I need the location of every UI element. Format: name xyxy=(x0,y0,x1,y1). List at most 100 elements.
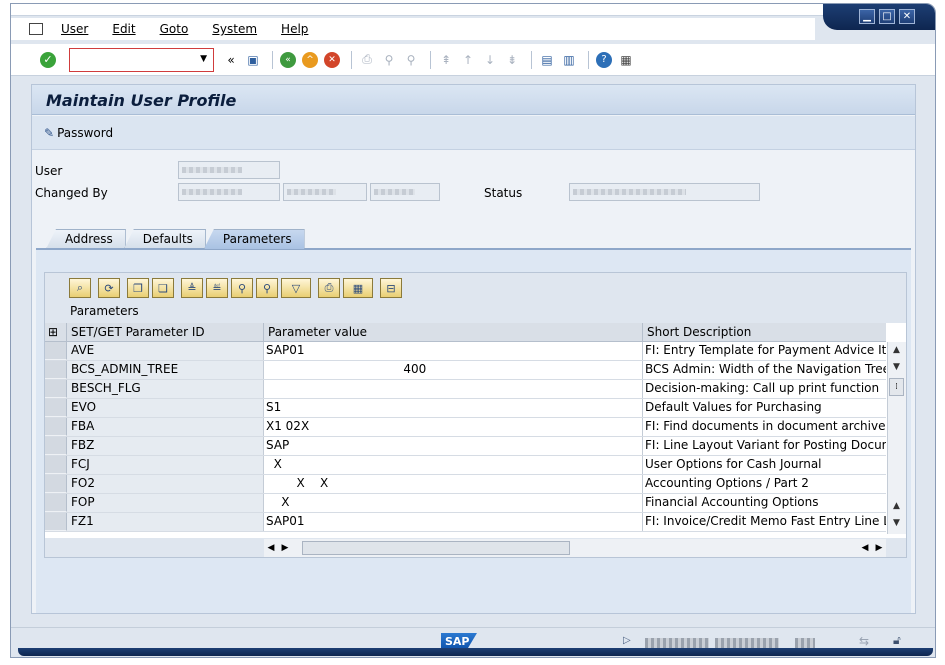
column-header-short-description[interactable]: Short Description xyxy=(643,323,886,341)
menu-system[interactable]: System xyxy=(212,22,257,36)
table-row: FZ1 SAP01 FI: Invoice/Credit Memo Fast E… xyxy=(45,513,886,532)
tab-parameters[interactable]: Parameters xyxy=(203,229,305,249)
help-icon[interactable]: ? xyxy=(595,51,613,69)
table-row: FO2 X X Accounting Options / Part 2 xyxy=(45,475,886,494)
minimize-icon[interactable]: ▁ xyxy=(859,9,875,24)
chevron-down-icon[interactable]: ▼ xyxy=(200,54,207,64)
grid-toolbar: ⌕ ⟳ ❐ ❏ ≜ ≝ ⚲ ⚲ ▽ ⎙ ▦ ⊟ xyxy=(69,278,405,298)
find-next-icon[interactable]: ⚲ xyxy=(402,51,420,69)
layout-menu-icon[interactable]: ▦ xyxy=(617,51,635,69)
parameter-id-cell: FBA xyxy=(67,418,264,436)
print-icon[interactable]: ⎙ xyxy=(358,51,376,69)
toolbar-separator xyxy=(531,50,532,69)
row-selector[interactable] xyxy=(45,418,67,436)
row-selector[interactable] xyxy=(45,456,67,474)
filter-icon[interactable]: ▽ xyxy=(281,278,311,298)
scroll-up-icon[interactable]: ▲ xyxy=(888,342,905,359)
details-icon[interactable]: ⌕ xyxy=(69,278,91,298)
parameter-id-cell: FZ1 xyxy=(67,513,264,531)
enter-check-icon[interactable]: ✓ xyxy=(39,51,57,69)
scroll-right-icon[interactable]: ▶ xyxy=(278,543,292,553)
scroll-right-end-icon[interactable]: ▶ xyxy=(872,543,886,553)
horizontal-scroll-thumb[interactable] xyxy=(302,541,570,555)
page-up-icon[interactable]: ▲ xyxy=(888,498,905,515)
row-selector[interactable] xyxy=(45,513,67,531)
first-page-icon[interactable]: ⇞ xyxy=(437,51,455,69)
paste-row-icon[interactable]: ❏ xyxy=(152,278,174,298)
parameter-value-cell[interactable]: SAP01 xyxy=(264,513,643,531)
overwrite-mode-icon[interactable]: ⇆ xyxy=(859,634,869,648)
last-page-icon[interactable]: ⇟ xyxy=(503,51,521,69)
short-description-cell: FI: Entry Template for Payment Advice It… xyxy=(643,342,886,360)
scroll-track[interactable] xyxy=(888,398,906,498)
parameter-value-cell[interactable]: S1 xyxy=(264,399,643,417)
row-selector[interactable] xyxy=(45,380,67,398)
find-icon[interactable]: ⚲ xyxy=(380,51,398,69)
menu-help[interactable]: Help xyxy=(281,22,308,36)
parameter-value-cell[interactable]: SAP01 xyxy=(264,342,643,360)
refresh-icon[interactable]: ⟳ xyxy=(98,278,120,298)
new-session-icon[interactable]: ▤ xyxy=(538,51,556,69)
row-selector[interactable] xyxy=(45,437,67,455)
maximize-icon[interactable]: □ xyxy=(879,9,895,24)
horizontal-scrollbar[interactable]: ◀ ▶ ◀ ▶ xyxy=(264,539,886,557)
scroll-down-icon[interactable]: ▼ xyxy=(888,515,905,532)
status-expand-icon[interactable]: ▷ xyxy=(623,635,631,646)
copy-row-icon[interactable]: ❐ xyxy=(127,278,149,298)
cancel-icon[interactable]: ✕ xyxy=(323,51,341,69)
exit-icon[interactable]: ^ xyxy=(301,51,319,69)
select-all-icon[interactable]: ⊞ xyxy=(45,323,67,341)
row-selector[interactable] xyxy=(45,494,67,512)
scroll-left-end-icon[interactable]: ◀ xyxy=(858,543,872,553)
tab-address[interactable]: Address xyxy=(46,229,126,249)
row-selector[interactable] xyxy=(45,342,67,360)
scroll-left-icon[interactable]: ◀ xyxy=(264,543,278,553)
scroll-thumb[interactable]: ⁞ xyxy=(889,378,904,396)
column-header-parameter-value[interactable]: Parameter value xyxy=(264,323,643,341)
parameter-value-cell[interactable]: X X xyxy=(264,475,643,493)
row-selector[interactable] xyxy=(45,475,67,493)
next-page-icon[interactable]: ↓ xyxy=(481,51,499,69)
page-down-icon[interactable]: ▼ xyxy=(888,359,905,376)
tab-defaults[interactable]: Defaults xyxy=(123,229,206,249)
parameter-value-cell[interactable]: X xyxy=(264,494,643,512)
changed-by-time-field xyxy=(370,183,440,201)
parameters-tab-panel: ⌕ ⟳ ❐ ❏ ≜ ≝ ⚲ ⚲ ▽ ⎙ ▦ ⊟ Parameters ⊞ SET… xyxy=(36,248,911,613)
find-icon[interactable]: ⚲ xyxy=(231,278,253,298)
menu-system-label: System xyxy=(212,22,258,36)
password-button[interactable]: ✎ Password xyxy=(44,126,113,140)
print-preview-icon[interactable]: ⎙ xyxy=(318,278,340,298)
save-icon[interactable]: ▣ xyxy=(244,51,262,69)
parameter-value-cell[interactable]: X xyxy=(264,456,643,474)
parameter-value-cell[interactable] xyxy=(264,380,643,398)
system-menu-icon[interactable] xyxy=(29,23,43,35)
menu-edit[interactable]: Edit xyxy=(112,22,135,36)
row-selector[interactable] xyxy=(45,361,67,379)
layout-icon[interactable]: ▦ xyxy=(343,278,373,298)
collapse-command-icon[interactable]: « xyxy=(222,51,240,69)
command-field[interactable]: ▼ xyxy=(69,47,214,72)
menu-goto[interactable]: Goto xyxy=(160,22,189,36)
parameter-value-cell[interactable]: SAP xyxy=(264,437,643,455)
short-description-cell: User Options for Cash Journal xyxy=(643,456,886,474)
window-controls: ▁ □ ✕ xyxy=(823,4,935,30)
find-next-icon[interactable]: ⚲ xyxy=(256,278,278,298)
menu-user[interactable]: User xyxy=(61,22,88,36)
parameter-value-cell[interactable]: X1 02X xyxy=(264,418,643,436)
sort-descending-icon[interactable]: ≝ xyxy=(206,278,228,298)
command-input[interactable] xyxy=(73,49,193,70)
grid-title: Parameters xyxy=(70,304,139,318)
back-icon[interactable]: « xyxy=(279,51,297,69)
vertical-scrollbar[interactable]: ▲ ▼ ⁞ ▲ ▼ xyxy=(887,342,906,534)
lock-icon[interactable]: 🔓︎ xyxy=(893,633,901,648)
short-description-cell: Decision-making: Call up print function xyxy=(643,380,886,398)
previous-page-icon[interactable]: ↑ xyxy=(459,51,477,69)
sort-ascending-icon[interactable]: ≜ xyxy=(181,278,203,298)
column-header-parameter-id[interactable]: SET/GET Parameter ID xyxy=(67,323,264,341)
parameter-value-cell[interactable]: 400 xyxy=(264,361,643,379)
create-shortcut-icon[interactable]: ▥ xyxy=(560,51,578,69)
row-selector[interactable] xyxy=(45,399,67,417)
close-icon[interactable]: ✕ xyxy=(899,9,915,24)
delete-row-icon[interactable]: ⊟ xyxy=(380,278,402,298)
toolbar-separator xyxy=(272,50,273,69)
